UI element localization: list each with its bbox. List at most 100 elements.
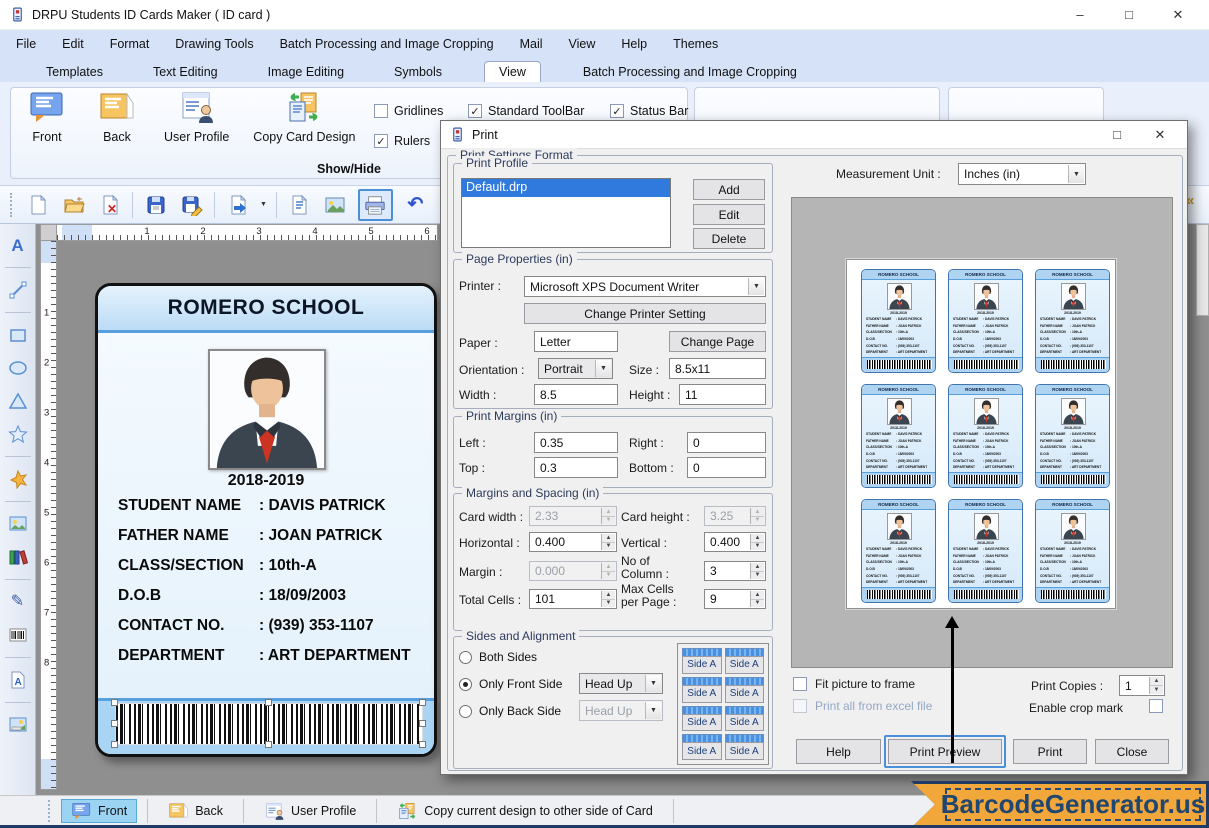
card-school-name[interactable]: ROMERO SCHOOL [98, 286, 434, 333]
fit-picture-checkbox[interactable]: Fit picture to frame [793, 677, 915, 691]
bottom-margin-field[interactable]: 0 [687, 457, 766, 478]
selection-handle[interactable] [111, 699, 118, 706]
change-page-button[interactable]: Change Page [669, 331, 766, 352]
statusbar-back[interactable]: Back [158, 799, 233, 823]
line-tool-icon[interactable] [6, 279, 30, 301]
radio-both-sides[interactable]: Both Sides [459, 650, 537, 664]
barcode[interactable] [115, 703, 423, 745]
radio-only-front-side[interactable]: Only Front Side [459, 677, 562, 691]
text-art-tool-icon[interactable]: A [6, 669, 30, 691]
side-tile[interactable]: Side A [725, 734, 765, 760]
spinner-arrows[interactable]: ▲▼ [750, 534, 764, 550]
measurement-unit-select[interactable]: Inches (in)▼ [958, 163, 1086, 185]
side-tile[interactable]: Side A [682, 648, 722, 674]
watermark-tool-icon[interactable] [6, 714, 30, 736]
minimize-icon[interactable]: – [1059, 7, 1101, 22]
profile-list-item[interactable]: Default.drp [462, 179, 670, 197]
new-document-icon[interactable] [24, 191, 51, 218]
width-field[interactable]: 8.5 [534, 384, 618, 405]
selection-handle[interactable] [419, 699, 426, 706]
spinner-arrows[interactable]: ▲▼ [601, 591, 615, 607]
side-tile[interactable]: Side A [725, 648, 765, 674]
paper-field[interactable]: Letter [534, 331, 618, 352]
menu-edit[interactable]: Edit [62, 37, 84, 51]
enable-crop-mark-checkbox[interactable] [1149, 699, 1163, 713]
tab-symbols[interactable]: Symbols [386, 62, 450, 82]
height-field[interactable]: 11 [679, 384, 766, 405]
print-icon[interactable] [358, 189, 393, 221]
ribbon-front-button[interactable]: Front [24, 91, 70, 144]
size-field[interactable]: 8.5x11 [669, 358, 766, 379]
side-tile[interactable]: Side A [682, 706, 722, 732]
library-tool-icon[interactable] [6, 546, 30, 568]
spinner-arrows[interactable]: ▲▼ [1149, 677, 1163, 694]
printer-select[interactable]: Microsoft XPS Document Writer▼ [524, 276, 766, 297]
horizontal-stepper[interactable]: 0.400▲▼ [529, 532, 617, 552]
card-field-row[interactable]: D.O.B: 18/09/2003 [118, 581, 430, 611]
triangle-tool-icon[interactable] [6, 390, 30, 412]
menu-batch-processing-and-image-cropping[interactable]: Batch Processing and Image Cropping [280, 37, 494, 51]
checkbox-gridlines[interactable]: Gridlines [374, 104, 443, 118]
ellipse-tool-icon[interactable] [6, 357, 30, 379]
dialog-maximize-icon[interactable]: □ [1099, 127, 1135, 142]
tab-batch-processing-and-image-cropping[interactable]: Batch Processing and Image Cropping [575, 62, 805, 82]
barcode-tool-icon[interactable] [6, 624, 30, 646]
notes-icon[interactable] [286, 191, 313, 218]
radio-only-back-side[interactable]: Only Back Side [459, 704, 561, 718]
statusbar-user-profile[interactable]: User Profile [254, 799, 366, 823]
right-scrollbar[interactable] [1196, 224, 1209, 316]
print-copies-stepper[interactable]: 1▲▼ [1119, 675, 1165, 696]
tab-image-editing[interactable]: Image Editing [260, 62, 352, 82]
change-printer-setting-button[interactable]: Change Printer Setting [524, 303, 766, 324]
vertical-stepper[interactable]: 0.400▲▼ [704, 532, 766, 552]
side-tile[interactable]: Side A [725, 706, 765, 732]
card-year[interactable]: 2018-2019 [98, 472, 434, 490]
tab-text-editing[interactable]: Text Editing [145, 62, 226, 82]
tab-view[interactable]: View [484, 61, 541, 82]
top-margin-field[interactable]: 0.3 [534, 457, 618, 478]
right-margin-field[interactable]: 0 [687, 432, 766, 453]
selection-handle[interactable] [265, 699, 272, 706]
signature-tool-icon[interactable]: ✎ [6, 591, 30, 613]
checkbox-rulers[interactable]: Rulers [374, 134, 430, 148]
save-icon[interactable] [142, 191, 169, 218]
freeform-tool-icon[interactable] [6, 468, 30, 490]
card-field-row[interactable]: DEPARTMENT: ART DEPARTMENT [118, 641, 430, 671]
image-tool-icon[interactable] [6, 513, 30, 535]
card-field-row[interactable]: STUDENT NAME: DAVIS PATRICK [118, 491, 430, 521]
menu-mail[interactable]: Mail [520, 37, 543, 51]
menu-drawing-tools[interactable]: Drawing Tools [175, 37, 253, 51]
add-button[interactable]: Add [693, 179, 765, 200]
ribbon-copy-card-design-button[interactable]: Copy Card Design [253, 91, 355, 144]
delete-document-icon[interactable]: ✕ [96, 191, 123, 218]
menu-view[interactable]: View [569, 37, 596, 51]
undo-icon[interactable]: ↶ [402, 191, 429, 218]
insert-image-icon[interactable] [322, 191, 349, 218]
total-cells-stepper[interactable]: 101▲▼ [529, 589, 617, 609]
text-tool-icon[interactable]: A [6, 234, 30, 256]
no-of-column-stepper[interactable]: 3▲▼ [704, 561, 766, 581]
student-photo[interactable] [208, 349, 326, 470]
spinner-arrows[interactable]: ▲▼ [750, 591, 764, 607]
maximize-icon[interactable]: □ [1108, 7, 1150, 22]
menu-format[interactable]: Format [110, 37, 150, 51]
spinner-arrows[interactable]: ▲▼ [750, 563, 764, 579]
side-tile[interactable]: Side A [725, 677, 765, 703]
save-as-icon[interactable] [178, 191, 205, 218]
delete-button[interactable]: Delete [693, 228, 765, 249]
tab-templates[interactable]: Templates [38, 62, 111, 82]
open-folder-icon[interactable] [60, 191, 87, 218]
card-field-row[interactable]: CLASS/SECTION: 10th-A [118, 551, 430, 581]
checkbox-status-bar[interactable]: Status Bar [610, 104, 688, 118]
menu-themes[interactable]: Themes [673, 37, 718, 51]
card-design-canvas[interactable]: ROMERO SCHOOL 2018-2019 STUDENT NAME: DA… [95, 283, 437, 757]
selection-handle[interactable] [419, 720, 426, 727]
menu-help[interactable]: Help [621, 37, 647, 51]
star-tool-icon[interactable] [6, 423, 30, 445]
menu-file[interactable]: File [16, 37, 36, 51]
selection-handle[interactable] [265, 741, 272, 748]
statusbar-front[interactable]: Front [61, 799, 137, 823]
selection-handle[interactable] [419, 741, 426, 748]
max-cells-stepper[interactable]: 9▲▼ [704, 589, 766, 609]
edit-button[interactable]: Edit [693, 204, 765, 225]
